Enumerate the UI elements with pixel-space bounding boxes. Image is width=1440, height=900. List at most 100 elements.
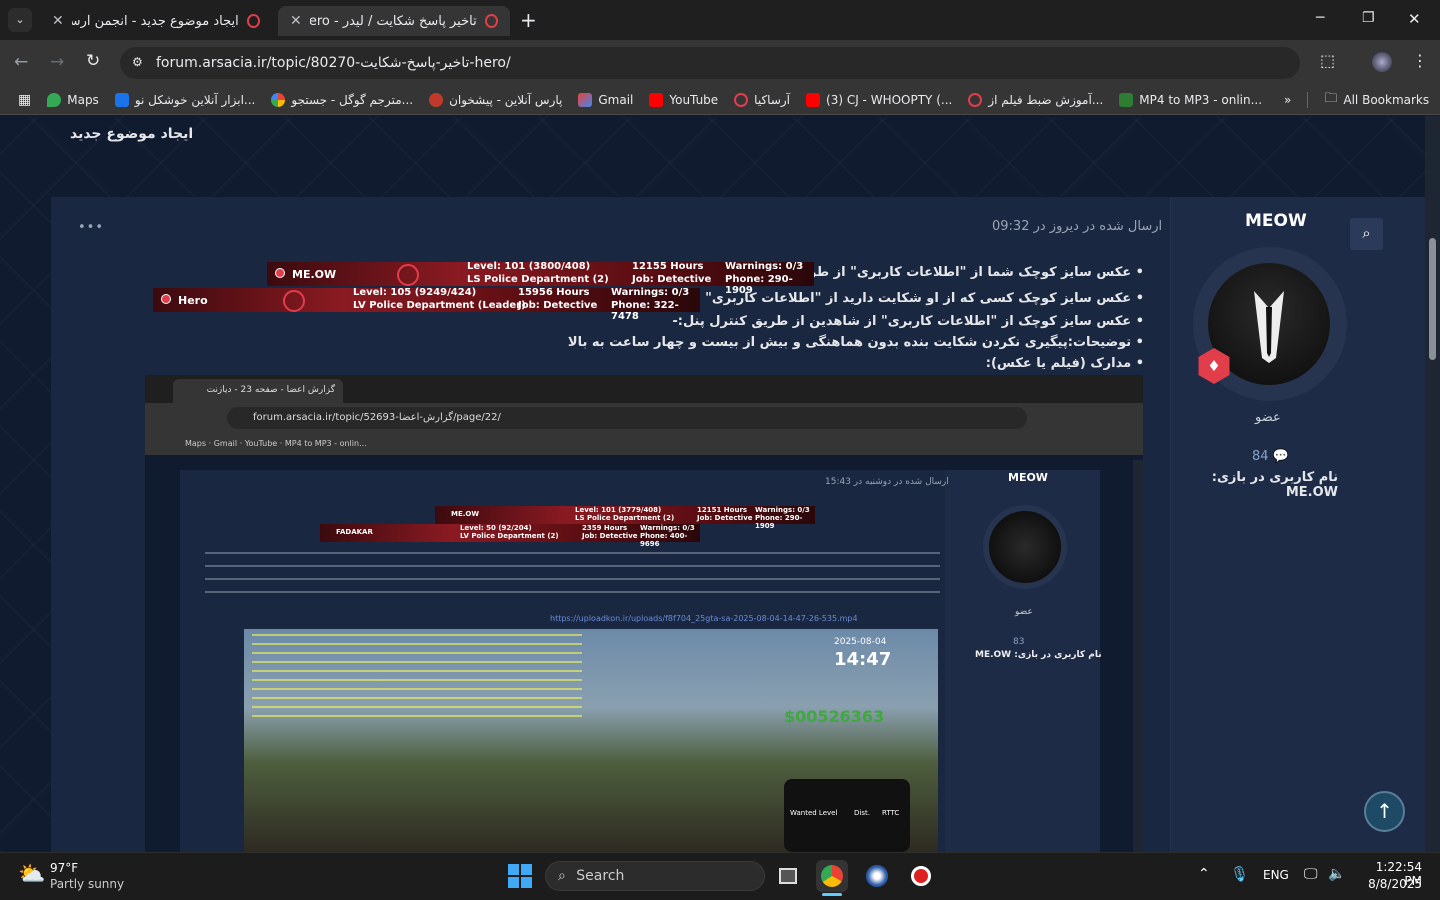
reload-icon[interactable]: ↻ <box>86 51 100 71</box>
minimize-button[interactable]: ─ <box>1316 10 1324 26</box>
game-rttc: RTTC <box>882 809 900 817</box>
bookmark-label: (3) CJ - WHOOPTY (... <box>826 92 953 107</box>
start-icon[interactable] <box>508 864 532 888</box>
game-time: 14:47 <box>834 649 892 670</box>
search-icon[interactable]: ⌕ <box>1350 218 1383 250</box>
bookmark-label: ابزار آنلاین خوشکل نو... <box>134 92 256 107</box>
back-icon[interactable]: ← <box>14 52 28 72</box>
shot-banner-warn: Warnings: 0/3 <box>755 506 810 514</box>
task-view-icon[interactable] <box>772 860 804 892</box>
banner-name: Hero <box>178 294 208 307</box>
shot-banner-warn: Warnings: 0/3 <box>640 524 695 532</box>
banner-job: Job: Detective <box>632 274 712 285</box>
banner-warnings: Warnings: 0/3 <box>725 261 804 272</box>
tab-new-topic[interactable]: ایجاد موضوع جدید - انجمن آرساکیا ✕ <box>40 6 272 36</box>
bookmark-tools[interactable]: ابزار آنلاین خوشکل نو... <box>107 92 264 107</box>
bookmark-recording[interactable]: آموزش ضبط فیلم از... <box>960 92 1111 107</box>
volume-icon[interactable]: 🔈 <box>1328 866 1345 882</box>
all-bookmarks[interactable]: 🗀 All Bookmarks <box>1316 89 1437 111</box>
bookmark-parsonline[interactable]: پارس آنلاین - پیشخوان <box>421 92 570 107</box>
tray-chevron-icon[interactable]: ⌃ <box>1198 866 1210 882</box>
game-money: $00526363 <box>784 707 885 726</box>
status-dot <box>161 294 171 304</box>
google-icon <box>271 92 286 107</box>
taskbar-search[interactable]: ⌕ Search <box>545 861 765 891</box>
chrome-icon[interactable] <box>816 860 848 892</box>
clock-date[interactable]: 8/8/2025 <box>1362 877 1422 891</box>
folder-icon: 🗀 <box>1324 90 1338 106</box>
tab-label: ایجاد موضوع جدید - انجمن آرساکیا <box>71 13 239 29</box>
close-window-button[interactable]: ✕ <box>1408 10 1421 28</box>
arsacia-icon <box>484 14 498 28</box>
bookmark-gmail[interactable]: Gmail <box>570 92 641 107</box>
site-info-icon[interactable]: ⚙ <box>132 55 143 69</box>
bookmarks-more[interactable]: » <box>1276 93 1299 107</box>
shot-url: forum.arsacia.ir/topic/52693-گزارش-اعضا/… <box>227 407 1027 429</box>
microphone-icon[interactable]: 🎙 <box>1230 865 1249 883</box>
record-icon[interactable] <box>905 860 937 892</box>
shot-ingame: نام کاربری در بازی: ME.OW <box>975 650 1102 660</box>
maps-icon <box>47 92 62 107</box>
language-indicator[interactable]: ENG <box>1263 868 1289 882</box>
bookmark-mp3[interactable]: MP4 to MP3 - onlin... <box>1111 92 1270 107</box>
tool-icon <box>114 92 129 107</box>
shot-banner-dept: LS Police Department (2) <box>575 514 675 522</box>
bookmark-label: MP4 to MP3 - onlin... <box>1139 92 1263 107</box>
banner-hours: 12155 Hours <box>632 261 704 272</box>
bookmark-arsacia[interactable]: آرساکیا <box>726 92 798 107</box>
profile-avatar[interactable] <box>1372 52 1392 72</box>
shot-banner-phone: Phone: 400-9696 <box>640 532 688 548</box>
weather-desc[interactable]: Partly sunny <box>50 877 124 891</box>
shot-banner-name: FADAKAR <box>336 528 373 536</box>
post-options[interactable]: ••• <box>78 220 104 235</box>
address-input[interactable]: ⚙ forum.arsacia.ir/topic/80270-تاخیر-پاس… <box>120 47 1300 79</box>
bookmark-translate[interactable]: مترجم گوگل - جستجو... <box>263 92 421 107</box>
banner-warnings: Warnings: 0/3 <box>611 287 690 298</box>
arsacia-logo-icon <box>283 290 305 312</box>
tab-complaint[interactable]: تاخیر پاسخ شکایت / لیدر - hero ✕ <box>278 6 510 36</box>
member-role: عضو <box>1255 410 1281 425</box>
scroll-top-button[interactable]: ↑ <box>1364 791 1405 832</box>
shot-banner-meow: ME.OW Level: 101 (3779/408) LS Police De… <box>435 506 815 530</box>
tab-search-button[interactable]: ⌄ <box>8 8 32 32</box>
extensions-icon[interactable]: ⬚ <box>1320 51 1335 70</box>
arsacia-icon <box>734 92 749 107</box>
game-chat <box>252 631 582 723</box>
close-icon[interactable]: ✕ <box>290 13 302 29</box>
tab-strip: ⌄ ایجاد موضوع جدید - انجمن آرساکیا ✕ تاخ… <box>0 0 1440 40</box>
app-icon[interactable] <box>861 860 893 892</box>
weather-temp[interactable]: 97°F <box>50 861 78 875</box>
bookmark-label: آرساکیا <box>754 92 791 107</box>
bookmark-maps[interactable]: Maps <box>39 92 107 107</box>
shot-text-block <box>205 547 940 595</box>
game-phone: Wanted Level Dist. RTTC <box>784 779 910 852</box>
network-icon[interactable]: 🖵 <box>1304 866 1318 882</box>
bookmark-label: All Bookmarks <box>1343 92 1430 107</box>
ingame-name: نام کاربری در بازی: ME.OW <box>1211 470 1338 500</box>
weather-icon[interactable]: ⛅ <box>18 862 45 887</box>
banner-dept: LV Police Department (Leader) <box>353 300 526 311</box>
banner-level: Level: 101 (3800/408) <box>467 261 591 272</box>
arsacia-logo-icon <box>397 264 419 286</box>
menu-icon[interactable]: ⋮ <box>1412 51 1428 70</box>
bookmark-cj[interactable]: (3) CJ - WHOOPTY (... <box>798 92 960 107</box>
apps-icon[interactable]: ▦ <box>0 92 39 108</box>
close-icon[interactable]: ✕ <box>52 13 64 29</box>
shot-banner-phone: Phone: 290-1909 <box>755 514 803 530</box>
post-count-value: 84 <box>1252 449 1269 464</box>
shot-link: https://uploadkon.ir/uploads/f8f704_25gt… <box>550 614 858 623</box>
shot-banner-job: Job: Detective <box>582 532 638 540</box>
author-name[interactable]: MEOW <box>1245 211 1307 231</box>
shot-banner-hours: 12151 Hours <box>697 506 748 514</box>
maximize-button[interactable]: ❐ <box>1362 10 1375 26</box>
scroll-thumb[interactable] <box>1429 238 1436 360</box>
forward-icon[interactable]: → <box>50 52 64 72</box>
user-banner-meow: ME.OW Level: 101 (3800/408) LS Police De… <box>267 261 814 296</box>
new-tab-button[interactable]: + <box>520 8 537 32</box>
bookmark-youtube[interactable]: YouTube <box>641 92 726 107</box>
bookmark-label: مترجم گوگل - جستجو... <box>291 92 414 107</box>
page-scrollbar[interactable] <box>1425 116 1440 852</box>
evidence-screenshot[interactable]: گزارش اعضا - صفحه 23 - دیازنت forum.arsa… <box>145 375 1143 852</box>
youtube-icon <box>649 92 664 107</box>
new-topic-link[interactable]: ایجاد موضوع جدید <box>70 126 193 142</box>
